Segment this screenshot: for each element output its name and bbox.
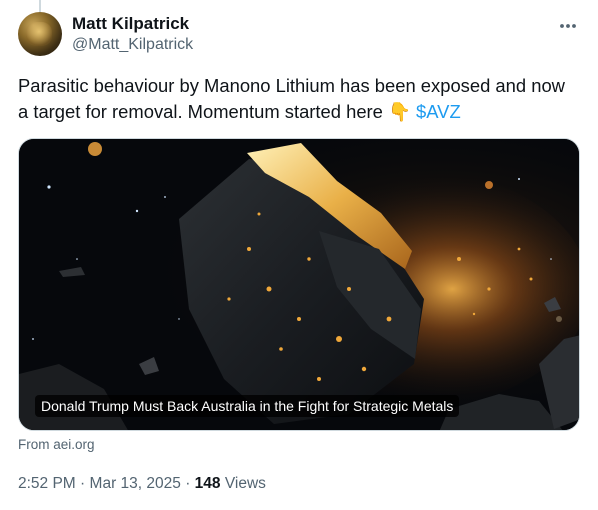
avatar[interactable] [18, 12, 62, 56]
tweet-text: Parasitic behaviour by Manono Lithium ha… [18, 73, 578, 125]
views-label: Views [224, 475, 266, 492]
thread-connector-line [39, 0, 41, 12]
meta-separator-2: · [185, 475, 191, 492]
tweet-body-text: Parasitic behaviour by Manono Lithium ha… [18, 75, 565, 122]
avatar-photo-detail [26, 22, 52, 46]
tweet-date[interactable]: Mar 13, 2025 [90, 475, 181, 492]
card-source-link[interactable]: From aei.org [18, 437, 95, 453]
meta-separator: · [80, 475, 86, 492]
link-card[interactable]: Donald Trump Must Back Australia in the … [18, 138, 580, 431]
tweet-metadata: 2:52 PM · Mar 13, 2025 · 148 Views [18, 474, 266, 494]
author-names: Matt Kilpatrick @Matt_Kilpatrick [72, 14, 193, 55]
more-options-button[interactable] [556, 16, 580, 36]
more-horizontal-icon [560, 24, 576, 28]
views-count: 148 [194, 475, 221, 492]
tweet-time[interactable]: 2:52 PM [18, 475, 76, 492]
card-caption: Donald Trump Must Back Australia in the … [35, 395, 460, 417]
author-handle[interactable]: @Matt_Kilpatrick [72, 35, 193, 55]
author-display-name[interactable]: Matt Kilpatrick [72, 14, 193, 34]
pointing-down-emoji-icon: 👇 [388, 101, 411, 122]
cashtag-link[interactable]: $AVZ [416, 101, 461, 122]
tweet-header: Matt Kilpatrick @Matt_Kilpatrick [18, 12, 580, 58]
card-image [19, 139, 579, 430]
